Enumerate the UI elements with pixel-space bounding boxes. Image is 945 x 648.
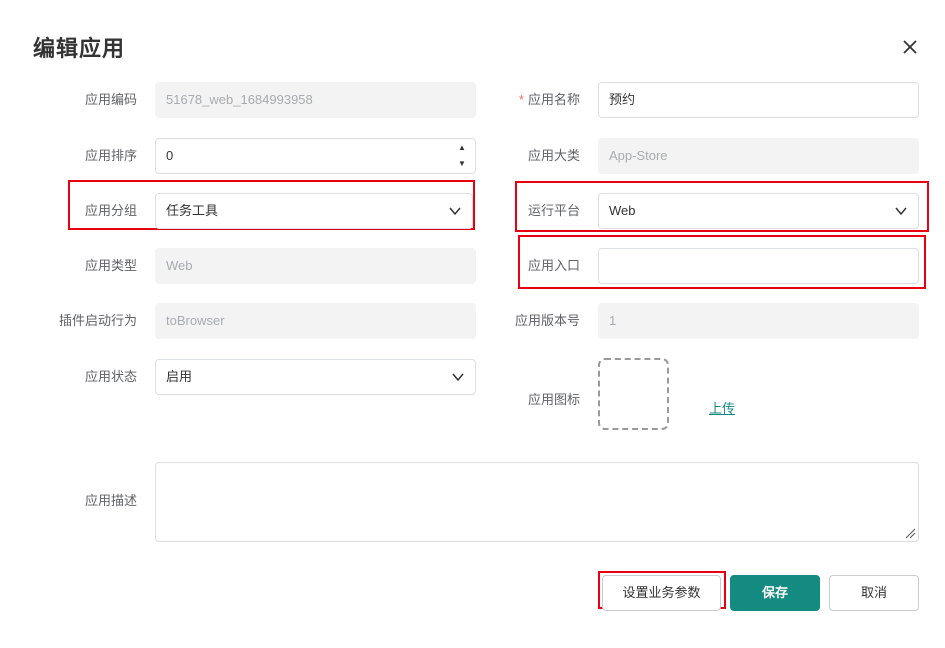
app-type-input[interactable]: Web: [155, 248, 476, 284]
app-name-input[interactable]: 预约: [598, 82, 919, 118]
app-entry-label: 应用入口: [527, 258, 580, 273]
app-status-select[interactable]: 启用: [155, 359, 476, 395]
close-button[interactable]: [899, 36, 921, 58]
close-icon: [903, 40, 917, 54]
chevron-down-icon: [452, 373, 464, 382]
app-icon-label: 应用图标: [527, 392, 580, 407]
app-type-label: 应用类型: [84, 258, 137, 273]
app-category-label: 应用大类: [527, 148, 580, 163]
app-group-select[interactable]: 任务工具: [155, 193, 473, 229]
app-category-input[interactable]: App-Store: [598, 138, 919, 174]
platform-select[interactable]: Web: [598, 193, 919, 229]
app-group-label: 应用分组: [84, 203, 137, 218]
plugin-behavior-label: 插件启动行为: [58, 313, 137, 328]
set-biz-params-button[interactable]: 设置业务参数: [602, 575, 721, 611]
chevron-down-icon: [895, 207, 907, 216]
save-button[interactable]: 保存: [730, 575, 820, 611]
app-entry-input[interactable]: [598, 248, 919, 284]
plugin-behavior-input[interactable]: toBrowser: [155, 303, 476, 339]
app-desc-label: 应用描述: [84, 493, 137, 508]
app-desc-textarea[interactable]: [155, 462, 919, 542]
app-order-label: 应用排序: [84, 148, 137, 163]
stepper-up-icon[interactable]: ▲: [450, 140, 474, 156]
platform-value: Web: [609, 203, 636, 218]
app-status-value: 启用: [166, 369, 193, 384]
stepper-down-icon[interactable]: ▼: [450, 156, 474, 172]
app-code-label: 应用编码: [84, 92, 137, 107]
icon-upload-area[interactable]: [598, 358, 669, 430]
app-status-label: 应用状态: [84, 369, 137, 384]
app-version-label: 应用版本号: [514, 313, 580, 328]
chevron-down-icon: [449, 207, 461, 216]
resize-handle-icon[interactable]: [904, 527, 916, 539]
app-name-label-text: 应用名称: [527, 92, 580, 107]
app-order-value: 0: [166, 148, 174, 163]
platform-label: 运行平台: [527, 203, 580, 218]
app-code-input[interactable]: 51678_web_1684993958: [155, 82, 476, 118]
stepper-arrows-icon[interactable]: ▲ ▼: [450, 140, 474, 172]
app-group-value: 任务工具: [166, 203, 219, 218]
app-version-input[interactable]: 1: [598, 303, 919, 339]
cancel-button[interactable]: 取消: [829, 575, 919, 611]
upload-link[interactable]: 上传: [709, 398, 735, 417]
app-order-stepper[interactable]: 0 ▲ ▼: [155, 138, 476, 174]
required-mark: *: [518, 92, 524, 107]
dialog-title: 编辑应用: [33, 36, 126, 61]
app-name-label: * 应用名称: [490, 82, 580, 118]
